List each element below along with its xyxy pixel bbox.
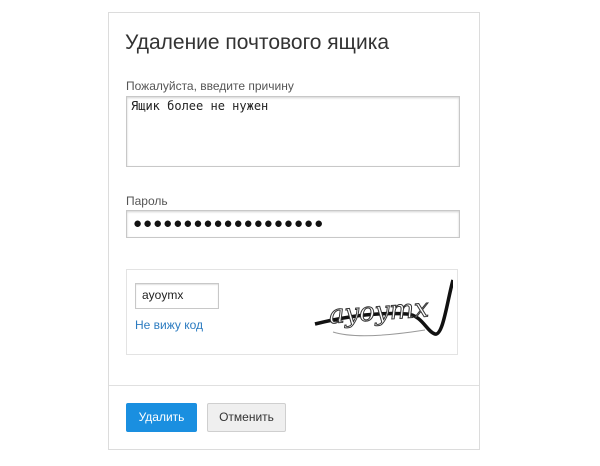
delete-button[interactable]: Удалить bbox=[126, 403, 197, 432]
reason-textarea[interactable]: Ящик более не нужен bbox=[126, 96, 460, 167]
dialog-title: Удаление почтового ящика bbox=[125, 31, 390, 54]
delete-mailbox-dialog: Удаление почтового ящика Пожалуйста, вве… bbox=[108, 12, 480, 450]
captcha-input[interactable]: ayoymx bbox=[135, 283, 219, 309]
footer-divider bbox=[109, 385, 479, 386]
password-label: Пароль bbox=[126, 194, 168, 208]
captcha-text: ayoymx bbox=[328, 293, 430, 330]
reason-label: Пожалуйста, введите причину bbox=[126, 79, 294, 93]
cant-see-code-link[interactable]: Не вижу код bbox=[135, 318, 203, 332]
captcha-panel: ayoymx Не вижу код ayoymx bbox=[126, 269, 458, 355]
cancel-button[interactable]: Отменить bbox=[207, 403, 286, 432]
password-field[interactable]: ●●●●●●●●●●●●●●●●●●● bbox=[126, 210, 460, 238]
captcha-image: ayoymx bbox=[314, 279, 453, 337]
